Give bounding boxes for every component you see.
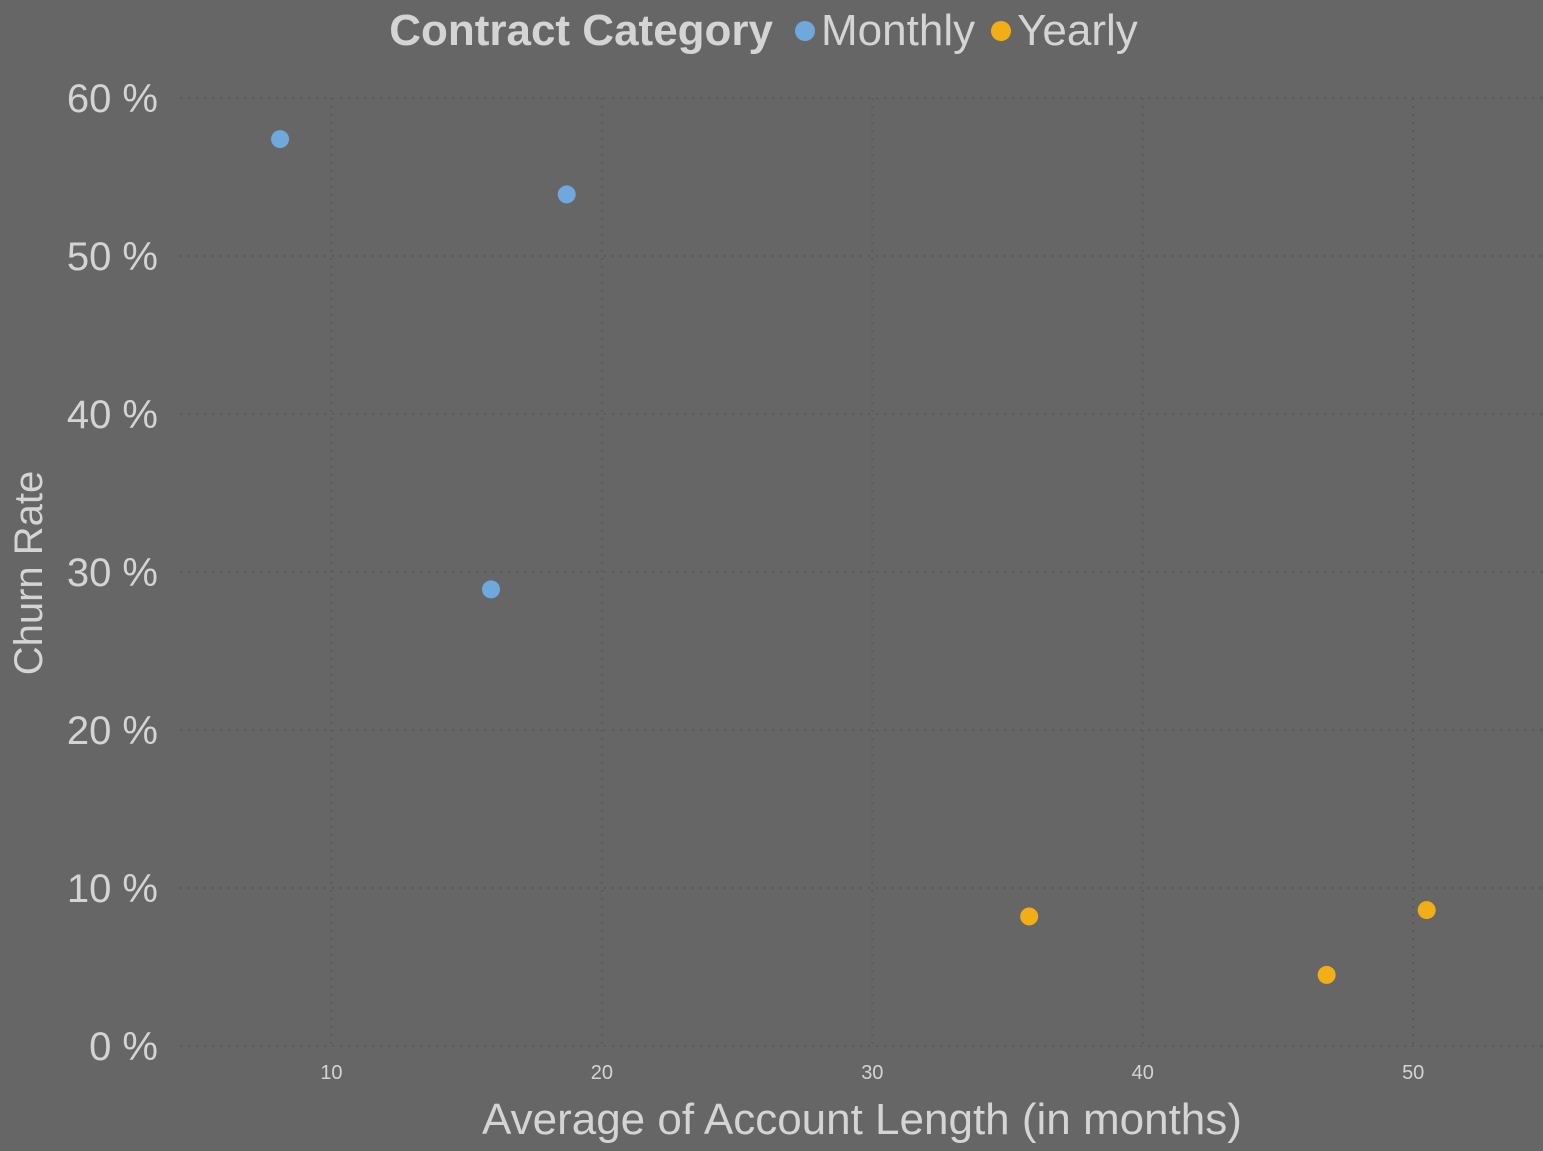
plot-area: 0 % 10 % 20 % 30 % 40 % 50 % 60 % 10 20 30 40 50 A…	[7, 77, 1543, 1144]
x-tick-label: 40	[1132, 1062, 1154, 1084]
x-tick-label: 30	[861, 1062, 883, 1084]
x-axis-ticks: 10 20 30 40 50	[320, 1062, 1424, 1084]
data-point-yearly[interactable]	[1317, 965, 1336, 984]
legend-title: Contract Category	[389, 6, 774, 55]
x-tick-label: 50	[1402, 1062, 1424, 1084]
legend-item-monthly[interactable]: Monthly	[795, 6, 975, 56]
x-tick-label: 10	[320, 1062, 342, 1084]
y-axis-ticks: 0 % 10 % 20 % 30 % 40 % 50 % 60 %	[67, 77, 158, 1069]
y-tick-label: 50 %	[67, 235, 158, 279]
y-tick-label: 60 %	[67, 77, 158, 121]
legend: Contract Category Monthly Yearly	[0, 6, 1543, 56]
y-tick-label: 10 %	[67, 867, 158, 911]
y-tick-label: 30 %	[67, 551, 158, 595]
legend-item-yearly[interactable]: Yearly	[991, 6, 1138, 56]
y-axis-title: Churn Rate	[7, 471, 51, 676]
y-tick-label: 40 %	[67, 393, 158, 437]
legend-marker-monthly	[795, 21, 816, 41]
data-point-monthly[interactable]	[482, 580, 501, 599]
y-tick-label: 20 %	[67, 709, 158, 753]
legend-label-yearly: Yearly	[1017, 6, 1138, 55]
legend-marker-yearly	[991, 21, 1012, 41]
data-point-monthly[interactable]	[557, 185, 576, 204]
data-point-yearly[interactable]	[1417, 901, 1436, 920]
x-axis-title: Average of Account Length (in months)	[482, 1095, 1242, 1144]
gridlines	[180, 97, 1543, 1047]
scatter-chart: Contract Category Monthly Yearly 0 % 10 %…	[0, 0, 1543, 1146]
data-point-monthly[interactable]	[271, 130, 290, 149]
data-point-yearly[interactable]	[1020, 907, 1039, 926]
data-points	[271, 130, 1436, 984]
y-tick-label: 0 %	[89, 1025, 158, 1069]
x-tick-label: 20	[591, 1062, 613, 1084]
legend-label-monthly: Monthly	[821, 6, 976, 55]
